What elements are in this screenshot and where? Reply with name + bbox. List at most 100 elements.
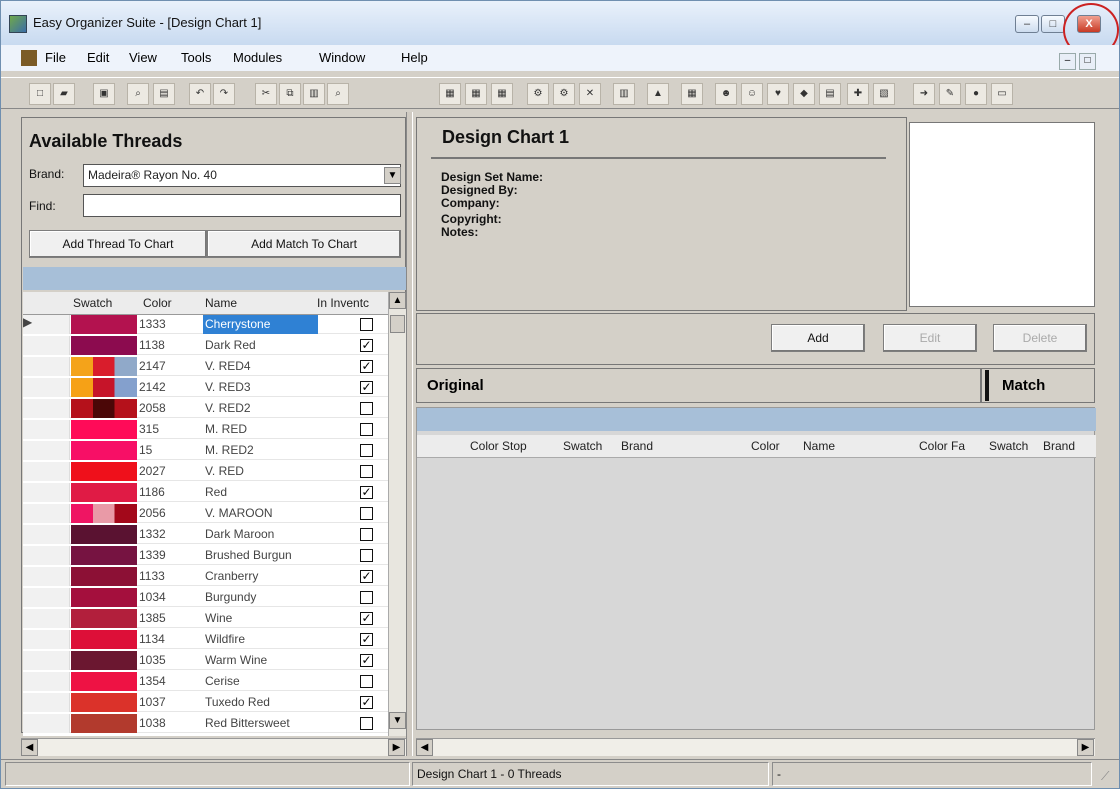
brand-dropdown-arrow-icon[interactable]: ▼: [384, 167, 401, 184]
inventory-checkbox[interactable]: [360, 528, 373, 541]
menu-view[interactable]: View: [129, 50, 157, 65]
users-icon[interactable]: ☺: [741, 83, 763, 105]
thread-row[interactable]: 1332 Dark Maroon: [23, 525, 388, 544]
brand-select[interactable]: Madeira® Rayon No. 40: [83, 164, 401, 187]
open-folder-icon[interactable]: ▰: [53, 83, 75, 105]
table-icon[interactable]: ▦: [681, 83, 703, 105]
thread-row[interactable]: ▶ 1333 Cherrystone: [23, 315, 388, 334]
menu-edit[interactable]: Edit: [87, 50, 109, 65]
name-column-header[interactable]: Name: [205, 296, 237, 310]
color-stop-column-header[interactable]: Color Stop: [470, 439, 527, 453]
thread-row[interactable]: 1138 Dark Red ✓: [23, 336, 388, 355]
inventory-checkbox[interactable]: ✓: [360, 696, 373, 709]
mdi-minimize-button[interactable]: –: [1059, 53, 1076, 70]
thread-row[interactable]: 1034 Burgundy: [23, 588, 388, 607]
barcode-icon[interactable]: ▥: [613, 83, 635, 105]
inventory-checkbox[interactable]: [360, 444, 373, 457]
print-preview-icon[interactable]: ⌕: [127, 83, 149, 105]
gear-icon[interactable]: ⚙: [553, 83, 575, 105]
thread-vertical-scrollbar[interactable]: ▲ ▼: [388, 292, 406, 736]
inventory-checkbox[interactable]: [360, 675, 373, 688]
swatch-column-header[interactable]: Swatch: [563, 439, 602, 453]
add-thread-to-chart-button[interactable]: Add Thread To Chart: [29, 230, 207, 258]
thread-row[interactable]: 1354 Cerise: [23, 672, 388, 691]
menu-window[interactable]: Window: [319, 50, 365, 65]
thread-row[interactable]: 1186 Red ✓: [23, 483, 388, 502]
menu-file[interactable]: File: [45, 50, 66, 65]
calendar-icon[interactable]: ▦: [491, 83, 513, 105]
inventory-checkbox[interactable]: ✓: [360, 339, 373, 352]
thread-row[interactable]: 1037 Tuxedo Red ✓: [23, 693, 388, 712]
thread-row[interactable]: 2142 V. RED3 ✓: [23, 378, 388, 397]
inventory-checkbox[interactable]: [360, 717, 373, 730]
menu-help[interactable]: Help: [401, 50, 428, 65]
name-column-header[interactable]: Name: [803, 439, 835, 453]
thread-row[interactable]: 1133 Cranberry ✓: [23, 567, 388, 586]
inventory-checkbox[interactable]: ✓: [360, 360, 373, 373]
inventory-checkbox[interactable]: [360, 465, 373, 478]
arrow-icon[interactable]: ➜: [913, 83, 935, 105]
cross-tool-icon[interactable]: ✕: [579, 83, 601, 105]
redo-icon[interactable]: ↷: [213, 83, 235, 105]
mdi-restore-button[interactable]: □: [1079, 53, 1096, 70]
inventory-checkbox[interactable]: [360, 507, 373, 520]
menu-tools[interactable]: Tools: [181, 50, 211, 65]
inventory-checkbox[interactable]: ✓: [360, 381, 373, 394]
new-document-icon[interactable]: □: [29, 83, 51, 105]
inventory-checkbox[interactable]: ✓: [360, 570, 373, 583]
scroll-right-icon[interactable]: ▶: [1077, 739, 1094, 756]
save-icon[interactable]: ▣: [93, 83, 115, 105]
inventory-column-header[interactable]: In Inventc: [317, 296, 369, 310]
maximize-window-button[interactable]: □: [1041, 15, 1065, 33]
inventory-checkbox[interactable]: ✓: [360, 654, 373, 667]
user-icon[interactable]: ☻: [715, 83, 737, 105]
monitor-icon[interactable]: ▭: [991, 83, 1013, 105]
find-input[interactable]: [83, 194, 401, 217]
inventory-checkbox[interactable]: [360, 402, 373, 415]
edit-button[interactable]: Edit: [883, 324, 977, 352]
scroll-up-icon[interactable]: ▲: [389, 292, 406, 309]
paste-icon[interactable]: ▥: [303, 83, 325, 105]
thread-scroll-thumb[interactable]: [390, 315, 405, 333]
swatch-column-header[interactable]: Swatch: [73, 296, 112, 310]
thread-row[interactable]: 1385 Wine ✓: [23, 609, 388, 628]
copy-icon[interactable]: ⧉: [279, 83, 301, 105]
thread-horizontal-scrollbar[interactable]: ◀ ▶: [21, 738, 406, 756]
undo-icon[interactable]: ↶: [189, 83, 211, 105]
add-button[interactable]: Add: [771, 324, 865, 352]
chart-icon[interactable]: ▲: [647, 83, 669, 105]
inventory-checkbox[interactable]: ✓: [360, 612, 373, 625]
puzzle-icon[interactable]: ✚: [847, 83, 869, 105]
design-horizontal-scrollbar[interactable]: ◀ ▶: [416, 738, 1095, 756]
panel-splitter[interactable]: [406, 112, 413, 756]
inventory-checkbox[interactable]: ✓: [360, 633, 373, 646]
heart-icon[interactable]: ♥: [767, 83, 789, 105]
inventory-checkbox[interactable]: [360, 423, 373, 436]
calendar-icon[interactable]: ▦: [465, 83, 487, 105]
gear-icon[interactable]: ⚙: [527, 83, 549, 105]
calendar-icon[interactable]: ▦: [439, 83, 461, 105]
thread-row[interactable]: 315 M. RED: [23, 420, 388, 439]
thread-row[interactable]: 1134 Wildfire ✓: [23, 630, 388, 649]
inventory-checkbox[interactable]: [360, 549, 373, 562]
minimize-window-button[interactable]: –: [1015, 15, 1039, 33]
thread-row[interactable]: 2058 V. RED2: [23, 399, 388, 418]
inventory-checkbox[interactable]: ✓: [360, 486, 373, 499]
thread-row[interactable]: 1038 Red Bittersweet: [23, 714, 388, 733]
add-match-to-chart-button[interactable]: Add Match To Chart: [207, 230, 401, 258]
match-brand-column-header[interactable]: Brand: [1043, 439, 1075, 453]
inventory-checkbox[interactable]: [360, 318, 373, 331]
inventory-checkbox[interactable]: [360, 591, 373, 604]
scroll-right-icon[interactable]: ▶: [388, 739, 405, 756]
menu-modules[interactable]: Modules: [233, 50, 282, 65]
tag-icon[interactable]: ◆: [793, 83, 815, 105]
thread-row[interactable]: 1035 Warm Wine ✓: [23, 651, 388, 670]
find-icon[interactable]: ⌕: [327, 83, 349, 105]
delete-button[interactable]: Delete: [993, 324, 1087, 352]
print-icon[interactable]: ▤: [153, 83, 175, 105]
match-swatch-column-header[interactable]: Swatch: [989, 439, 1028, 453]
scroll-down-icon[interactable]: ▼: [389, 712, 406, 729]
resize-grip-icon[interactable]: ⟋: [1101, 769, 1109, 784]
brand-column-header[interactable]: Brand: [621, 439, 653, 453]
thread-row[interactable]: 1339 Brushed Burgun: [23, 546, 388, 565]
